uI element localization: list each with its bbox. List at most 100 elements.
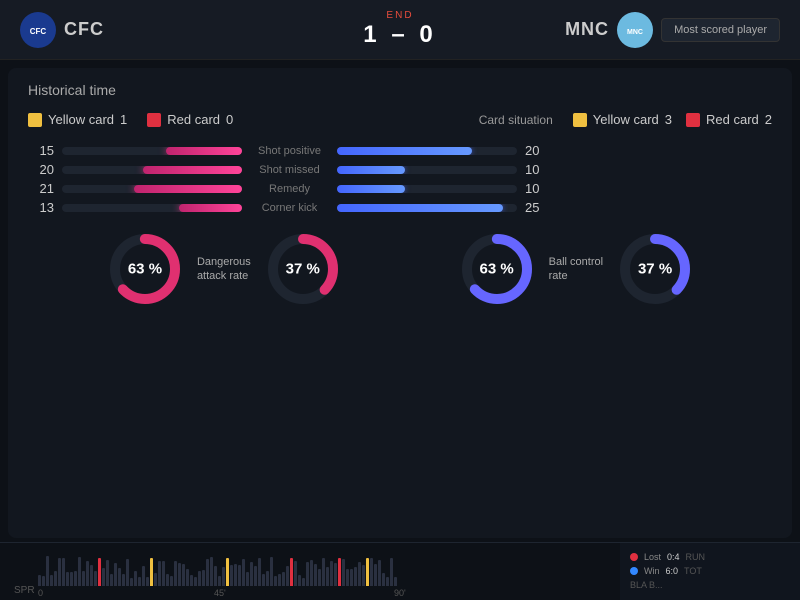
timeline-bar-segment (74, 571, 77, 586)
stat-fill-right-2 (337, 185, 405, 193)
timeline-bar-segment (222, 567, 225, 586)
timeline-bar-segment (294, 561, 297, 586)
header-right: MNC MNC Most scored player (565, 12, 780, 48)
right-donut-37-attack: 37 % (263, 229, 343, 309)
timeline-bar-segment (58, 558, 61, 586)
timeline-bar-segment (386, 577, 389, 586)
stat-label-0: Shot positive (242, 145, 337, 157)
timeline-bar-segment (146, 577, 149, 586)
timeline-bar-segment (394, 577, 397, 586)
stat-fill-right-0 (337, 147, 472, 155)
timeline-legend-extra: BLA B... (630, 580, 790, 590)
stat-row-3: 13Corner kick25 (28, 200, 772, 215)
timeline-bar-segment (342, 559, 345, 586)
timeline-bar-segment (110, 574, 113, 586)
score-block: End 1 – 0 (363, 10, 436, 49)
timeline-bar-segment (178, 563, 181, 586)
stat-fill-left-2 (134, 185, 242, 193)
timeline-bar-segment (234, 564, 237, 586)
win-dot (630, 567, 638, 575)
timeline-bar-segment (366, 558, 369, 586)
timeline-bar-segment (258, 558, 261, 586)
timeline-bar-segment (310, 560, 313, 586)
red-card-icon (147, 113, 161, 127)
timeline-bar-segment (242, 559, 245, 586)
timeline-bar-segment (318, 569, 321, 586)
timeline-bar-segment (78, 557, 81, 586)
timeline-bar-segment (198, 571, 201, 586)
timeline-bar-segment (250, 562, 253, 586)
stat-fill-right-3 (337, 204, 503, 212)
timeline-legend-win: Win 6:0 TOT (630, 566, 790, 576)
timeline-bar-segment (38, 575, 41, 586)
stat-track-right-3 (337, 204, 517, 212)
dangerous-attack-group: 63 % Dangerousattack rate 37 % (105, 229, 343, 309)
timeline-bar-segment (90, 565, 93, 586)
stat-track-right-0 (337, 147, 517, 155)
timeline-bar-segment (94, 571, 97, 586)
timeline-bar-segment (138, 577, 141, 586)
stat-num-right-3: 25 (525, 200, 551, 215)
timeline-bar-segment (314, 564, 317, 586)
svg-text:CFC: CFC (30, 27, 47, 36)
timeline-bar-segment (46, 556, 49, 586)
timeline-bar-segment (262, 574, 265, 586)
timeline-bar-segment (266, 571, 269, 586)
section-title: Historical time (28, 82, 772, 98)
timeline-bar-segment (154, 573, 157, 586)
team-logo-mnc: MNC (617, 12, 653, 48)
lost-val: 0:4 (667, 552, 680, 562)
stat-row-0: 15Shot positive20 (28, 143, 772, 158)
most-scored-button[interactable]: Most scored player (661, 18, 780, 42)
timeline-bar-segment (210, 557, 213, 586)
stat-fill-left-1 (143, 166, 242, 174)
timeline-bar-segment (214, 566, 217, 586)
left-red-count: 0 (226, 112, 233, 127)
timeline-bar-segment (54, 571, 57, 586)
timeline-bar-segment (334, 563, 337, 586)
stat-label-3: Corner kick (242, 202, 337, 214)
right-red-count: 2 (765, 112, 772, 127)
stat-track-right-2 (337, 185, 517, 193)
main-panel: Historical time Yellow card 1 Red card 0… (8, 68, 792, 538)
stat-label-2: Remedy (242, 183, 337, 195)
right-yellow-card: Yellow card 3 (573, 112, 672, 127)
timeline-bar-segment (118, 568, 121, 586)
timeline-bar-segment (202, 570, 205, 586)
timeline-bar-segment (122, 574, 125, 586)
ball-control-group: 63 % Ball controlrate 37 % (457, 229, 695, 309)
cards-header: Yellow card 1 Red card 0 Card situation … (28, 112, 772, 127)
timeline-bar-segment (190, 575, 193, 586)
stat-label-1: Shot missed (242, 164, 337, 176)
right-donut-37-control: 37 % (615, 229, 695, 309)
timeline-legend-lost: Lost 0:4 RUN (630, 552, 790, 562)
win-label: Win (644, 566, 660, 576)
timeline-bar-segment (374, 564, 377, 586)
tot-label: TOT (684, 566, 702, 576)
timeline-bar-segment (106, 560, 109, 586)
donut-right-37-control-value: 37 % (638, 261, 672, 278)
timeline-bar-segment (134, 571, 137, 586)
timeline-bar: SPR 045'90' Lost 0:4 RUN Win 6:0 TOT BLA… (0, 542, 800, 600)
yellow-card-icon (28, 113, 42, 127)
timeline-bar-segment (322, 558, 325, 586)
match-score: 1 – 0 (363, 21, 436, 49)
timeline-bar-segment (286, 566, 289, 586)
timeline-bar-segment (378, 560, 381, 586)
header: CFC CFC End 1 – 0 MNC MNC Most scored pl… (0, 0, 800, 60)
timeline-bar-segment (246, 572, 249, 586)
stat-num-right-1: 10 (525, 162, 551, 177)
timeline-bar-segment (166, 574, 169, 586)
timeline-bar-segment (142, 566, 145, 586)
right-red-card: Red card 2 (686, 112, 772, 127)
left-donut-63: 63 % (105, 229, 185, 309)
stat-num-left-2: 21 (28, 181, 54, 196)
timeline-bar-segment (354, 567, 357, 586)
timeline-bar-segment (86, 561, 89, 586)
stat-track-left-2 (62, 185, 242, 193)
win-val: 6:0 (666, 566, 679, 576)
stats-rows: 15Shot positive2020Shot missed1021Remedy… (28, 143, 772, 215)
timeline-bar-segment (126, 559, 129, 586)
run-label: RUN (686, 552, 706, 562)
timeline-bar-segment (338, 558, 341, 586)
